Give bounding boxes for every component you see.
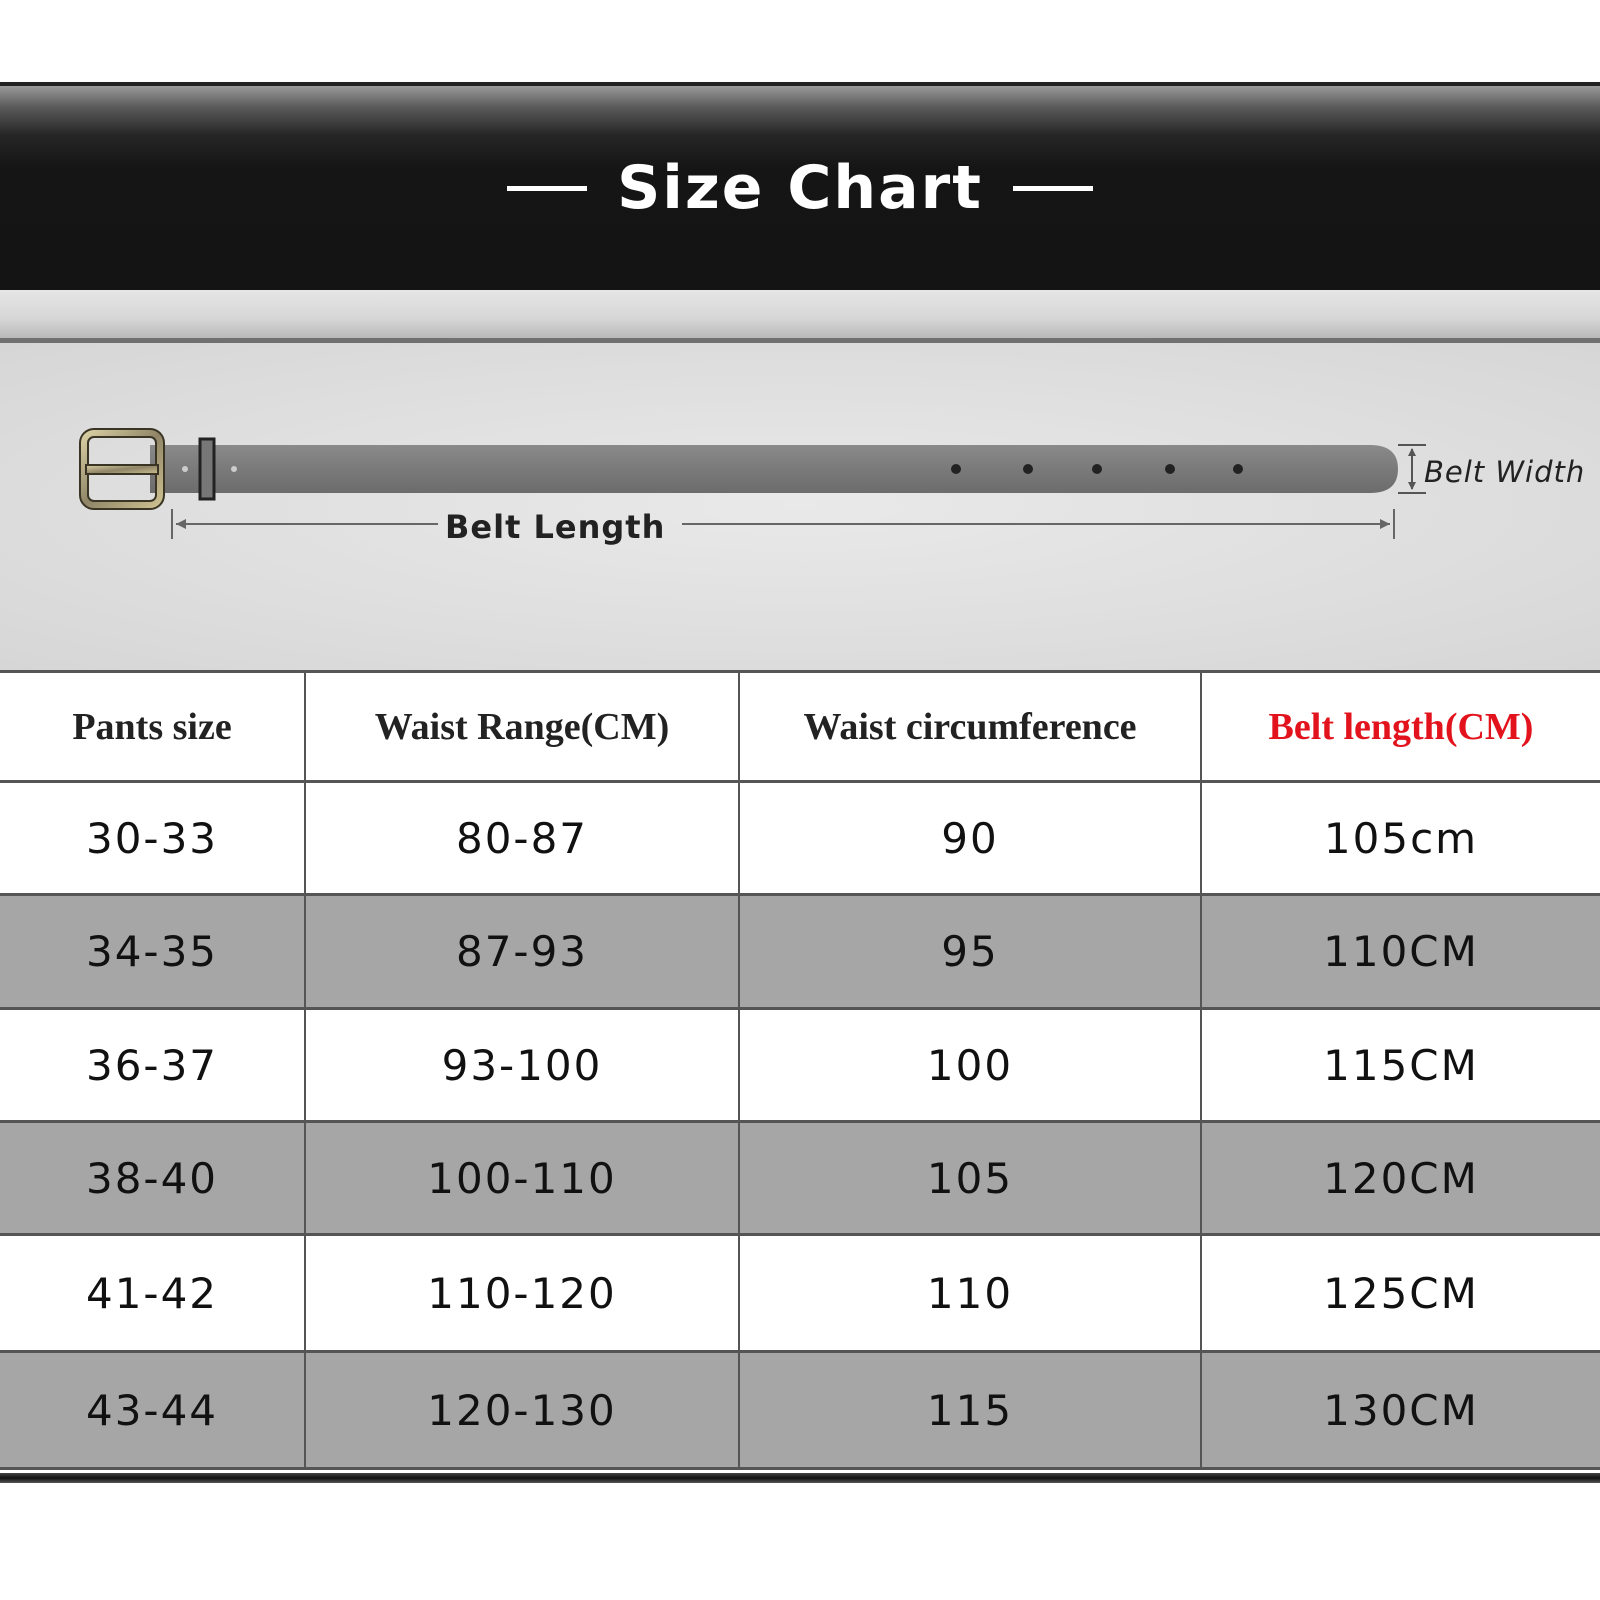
belt-length-value: 110CM — [1323, 927, 1479, 976]
table-cell: 130CM — [1202, 1353, 1600, 1467]
waist-circumference-value: 95 — [941, 927, 999, 976]
pants-size-value: 30-33 — [85, 813, 219, 863]
waist-range-value: 100-110 — [427, 1153, 617, 1203]
table-row: 34-35 87-93 95 110CM — [0, 896, 1600, 1010]
column-header: Waist circumference — [803, 705, 1137, 748]
waist-circumference-value: 115 — [926, 1385, 1014, 1435]
table-cell: 80-87 — [306, 783, 740, 893]
header-cell-waist-range: Waist Range(CM) — [306, 673, 740, 780]
waist-range-value: 87-93 — [455, 927, 589, 976]
stitch-dot — [231, 466, 237, 472]
belt-length-value: 125CM — [1323, 1268, 1479, 1318]
table-cell: 34-35 — [0, 896, 306, 1007]
header-cell-belt-length: Belt length(CM) — [1202, 673, 1600, 780]
belt-length-value: 105cm — [1323, 813, 1479, 863]
table-row: 41-42 110-120 110 125CM — [0, 1236, 1600, 1353]
belt-width-label: Belt Width — [1424, 455, 1586, 489]
column-header-highlight: Belt length(CM) — [1268, 705, 1534, 748]
belt-length-label: Belt Length — [445, 508, 666, 546]
table-cell: 87-93 — [306, 896, 740, 1007]
table-cell: 41-42 — [0, 1236, 306, 1350]
bottom-border — [0, 1473, 1600, 1483]
belt-length-value: 130CM — [1323, 1385, 1479, 1435]
waist-circumference-value: 105 — [926, 1153, 1014, 1203]
table-cell: 93-100 — [306, 1010, 740, 1120]
table-cell: 120CM — [1202, 1123, 1600, 1233]
table-cell: 110 — [740, 1236, 1202, 1350]
table-header-row: Pants size Waist Range(CM) Waist circumf… — [0, 670, 1600, 783]
belt-strap — [150, 445, 1398, 493]
pants-size-value: 41-42 — [85, 1268, 219, 1318]
table-cell: 38-40 — [0, 1123, 306, 1233]
belt-length-value: 115CM — [1323, 1040, 1479, 1090]
table-cell: 115 — [740, 1353, 1202, 1467]
table-cell: 90 — [740, 783, 1202, 893]
table-row: 43-44 120-130 115 130CM — [0, 1353, 1600, 1470]
waist-range-value: 110-120 — [427, 1268, 617, 1318]
header-banner: Size Chart — [0, 86, 1600, 290]
table-cell: 100-110 — [306, 1123, 740, 1233]
table-cell: 110-120 — [306, 1236, 740, 1350]
table-cell: 43-44 — [0, 1353, 306, 1467]
waist-circumference-value: 100 — [926, 1040, 1014, 1090]
table-cell: 105 — [740, 1123, 1202, 1233]
waist-range-value: 93-100 — [441, 1040, 603, 1090]
column-header: Pants size — [72, 705, 232, 748]
table-cell: 95 — [740, 896, 1202, 1007]
header-cell-pants-size: Pants size — [0, 673, 306, 780]
waist-circumference-value: 110 — [926, 1268, 1014, 1318]
title-left-dash — [507, 185, 588, 191]
belt-diagram: Belt Length Belt Width — [0, 343, 1600, 670]
belt-illustration — [79, 428, 1426, 539]
table-row: 30-33 80-87 90 105cm — [0, 783, 1600, 896]
table-cell: 100 — [740, 1010, 1202, 1120]
waist-range-value: 80-87 — [455, 813, 589, 863]
table-row: 38-40 100-110 105 120CM — [0, 1123, 1600, 1236]
belt-buckle-icon — [79, 428, 165, 510]
belt-width-dimension — [1398, 444, 1426, 494]
table-cell: 120-130 — [306, 1353, 740, 1467]
pants-size-value: 34-35 — [85, 927, 219, 976]
table-cell: 30-33 — [0, 783, 306, 893]
pants-size-value: 36-37 — [85, 1040, 219, 1090]
waist-range-value: 120-130 — [427, 1385, 617, 1435]
belt-length-dimension — [171, 509, 1395, 539]
pants-size-value: 43-44 — [85, 1385, 219, 1435]
table-cell: 110CM — [1202, 896, 1600, 1007]
page-title: Size Chart — [617, 153, 983, 223]
table-cell: 115CM — [1202, 1010, 1600, 1120]
table-cell: 36-37 — [0, 1010, 306, 1120]
belt-loop — [198, 437, 216, 501]
size-table: Pants size Waist Range(CM) Waist circumf… — [0, 670, 1600, 1470]
table-row: 36-37 93-100 100 115CM — [0, 1010, 1600, 1123]
belt-length-value: 120CM — [1323, 1153, 1479, 1203]
table-cell: 125CM — [1202, 1236, 1600, 1350]
waist-circumference-value: 90 — [941, 813, 999, 863]
pants-size-value: 38-40 — [85, 1153, 219, 1203]
title-right-dash — [1012, 185, 1093, 191]
header-cell-waist-circumference: Waist circumference — [740, 673, 1202, 780]
stitch-dot — [182, 466, 188, 472]
silver-band — [0, 290, 1600, 338]
column-header: Waist Range(CM) — [374, 705, 670, 748]
table-cell: 105cm — [1202, 783, 1600, 893]
